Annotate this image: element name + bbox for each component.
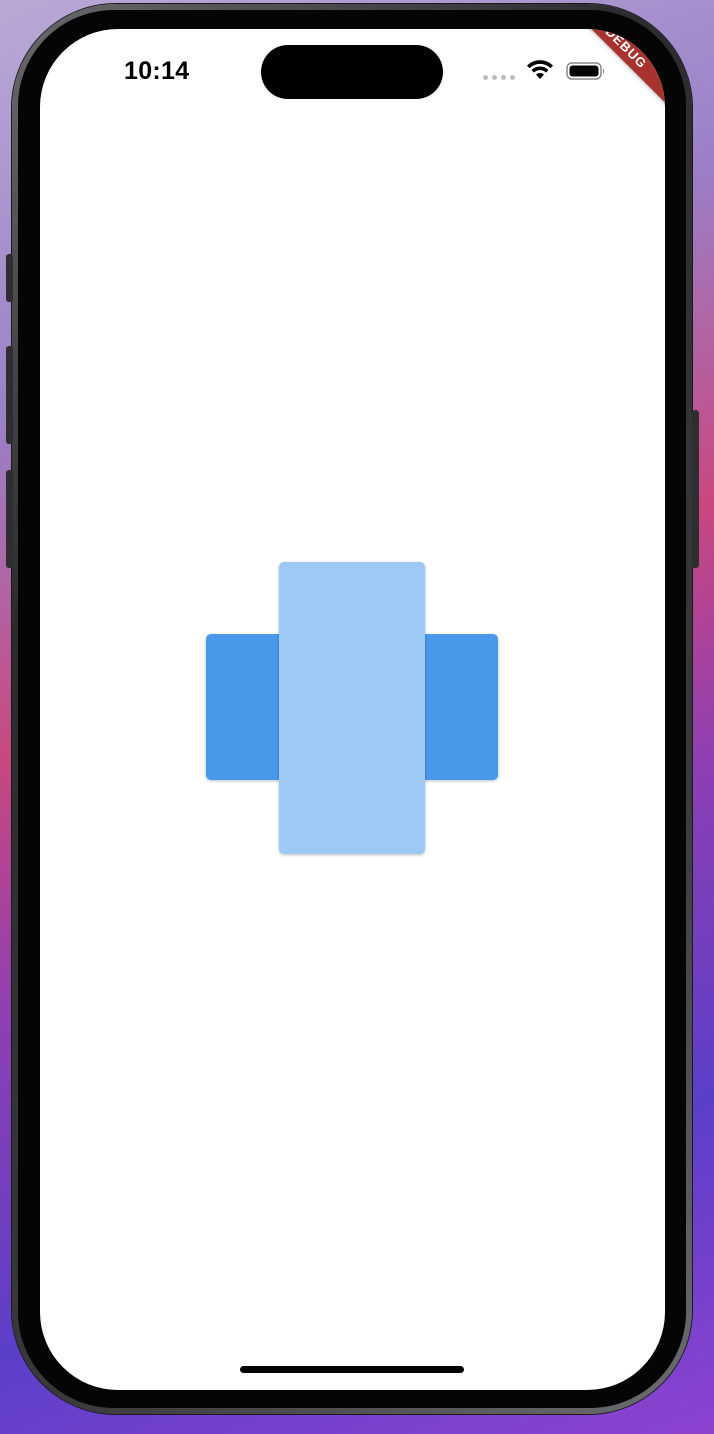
left-card: [206, 634, 279, 780]
action-button: [6, 254, 13, 302]
right-card: [424, 634, 498, 780]
dynamic-island: [261, 45, 443, 99]
app-screen: 10:14 DEBUG: [40, 29, 665, 1390]
volume-down-button: [6, 470, 13, 568]
volume-up-button: [6, 346, 13, 444]
battery-icon: [566, 62, 605, 80]
wifi-icon: [527, 60, 553, 79]
power-button: [692, 410, 699, 568]
center-card: [279, 562, 425, 854]
status-time: 10:14: [124, 57, 190, 85]
home-indicator[interactable]: [240, 1366, 464, 1373]
cellular-signal-icon: [483, 75, 515, 80]
